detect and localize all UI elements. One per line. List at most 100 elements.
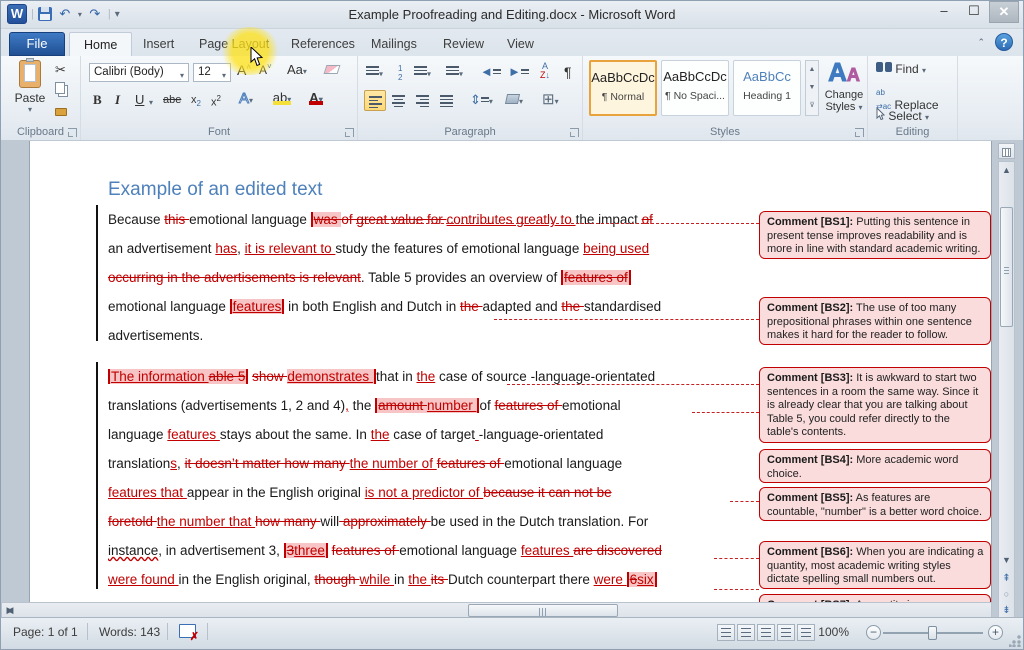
doc-line[interactable]: Because this emotional language was of g… xyxy=(108,205,653,234)
show-hide-pilcrow-button[interactable]: ¶ xyxy=(564,64,572,80)
tab-home[interactable]: Home xyxy=(69,32,132,56)
align-left-button[interactable] xyxy=(364,90,386,111)
paragraph-dialog-launcher[interactable] xyxy=(570,128,579,137)
vertical-scroll-thumb[interactable] xyxy=(1000,207,1013,327)
scroll-up-icon[interactable]: ▲ xyxy=(999,162,1014,179)
borders-icon[interactable]: ⊞▾ xyxy=(542,90,559,108)
zoom-out-button[interactable]: − xyxy=(866,625,881,640)
numbering-icon[interactable]: 12 xyxy=(398,64,402,82)
clipboard-dialog-launcher[interactable] xyxy=(68,128,77,137)
doc-line[interactable]: translations, it doesn’t matter how many… xyxy=(108,449,622,478)
minimize-button[interactable]: – xyxy=(929,1,959,23)
tab-review[interactable]: Review xyxy=(429,32,498,56)
superscript-button[interactable]: x2 xyxy=(211,94,221,109)
word-count[interactable]: Words: 143 xyxy=(91,622,168,642)
strikethrough-button[interactable]: abe xyxy=(163,94,181,106)
find-button[interactable]: Find ▾ xyxy=(876,62,926,76)
paste-button[interactable]: Paste ▾ xyxy=(9,60,51,114)
change-case-button[interactable]: Aa▾ xyxy=(287,62,307,77)
tab-references[interactable]: References xyxy=(277,32,369,56)
increase-indent-icon[interactable]: ► xyxy=(508,64,529,79)
web-layout-view-icon[interactable] xyxy=(757,624,775,641)
scroll-down-icon[interactable]: ▼ xyxy=(999,552,1014,569)
styles-gallery-scroll[interactable]: ▲▼⊽ xyxy=(805,60,819,116)
bullets-icon[interactable]: ▾ xyxy=(366,64,383,80)
browse-object-icon[interactable]: ○ xyxy=(999,586,1014,603)
highlight-color-button[interactable]: ab▾ xyxy=(271,90,293,105)
change-styles-button[interactable]: AA Change Styles ▾ xyxy=(823,60,865,114)
doc-line[interactable]: an advertisement has, it is relevant to … xyxy=(108,234,649,263)
line-spacing-icon[interactable]: ⇕▾ xyxy=(470,92,493,108)
comment-bs1[interactable]: Comment [BS1]: Putting this sentence in … xyxy=(759,211,991,259)
ruler-toggle-button[interactable] xyxy=(998,143,1015,159)
underline-button[interactable]: U xyxy=(135,92,144,107)
justify-button[interactable] xyxy=(436,90,458,111)
clear-formatting-icon[interactable] xyxy=(325,62,339,77)
zoom-slider-thumb[interactable] xyxy=(928,626,937,640)
zoom-level[interactable]: 100% xyxy=(810,622,857,642)
decrease-indent-icon[interactable]: ◄ xyxy=(480,64,501,79)
close-button[interactable]: ✕ xyxy=(989,1,1019,23)
proofing-error-icon[interactable] xyxy=(179,624,196,638)
doc-line[interactable]: language features stays about the same. … xyxy=(108,420,603,449)
doc-line[interactable]: features that appear in the English orig… xyxy=(108,478,612,507)
font-name-combo[interactable]: Calibri (Body)▾ xyxy=(89,63,189,82)
doc-line[interactable]: advertisements. xyxy=(108,321,203,350)
doc-line[interactable]: occurring in the advertisements is relev… xyxy=(108,263,631,292)
underline-dropdown-icon[interactable]: ▾ xyxy=(149,98,153,107)
vertical-scrollbar[interactable]: ▲ ▼ ⇞ ○ ⇟ xyxy=(998,161,1015,619)
document-page[interactable]: Example of an edited text Because this e… xyxy=(29,141,992,619)
style-heading1[interactable]: AaBbCc Heading 1 xyxy=(733,60,801,116)
font-color-button[interactable]: A▾ xyxy=(307,90,325,105)
doc-line[interactable]: emotional language features in both Engl… xyxy=(108,292,661,321)
select-button[interactable]: Select ▾ xyxy=(876,108,929,123)
shading-icon[interactable]: ▾ xyxy=(506,92,523,107)
page-indicator[interactable]: Page: 1 of 1 xyxy=(5,622,86,642)
comment-bs3[interactable]: Comment [BS3]: It is awkward to start tw… xyxy=(759,367,991,443)
tab-file[interactable]: File xyxy=(9,32,65,56)
tab-view[interactable]: View xyxy=(493,32,548,56)
cut-icon[interactable]: ✂ xyxy=(55,62,66,78)
comment-bs5[interactable]: Comment [BS5]: As features are countable… xyxy=(759,487,991,521)
minimize-ribbon-icon[interactable]: ⌃ xyxy=(977,37,985,48)
maximize-button[interactable]: ☐ xyxy=(959,1,989,23)
sort-icon[interactable]: AZ↓ xyxy=(540,62,550,80)
comment-bs6[interactable]: Comment [BS6]: When you are indicating a… xyxy=(759,541,991,589)
text-run: that in xyxy=(376,369,417,384)
horizontal-scroll-thumb[interactable] xyxy=(468,604,618,617)
tab-page-layout[interactable]: Page Layout xyxy=(185,32,283,56)
copy-icon[interactable] xyxy=(55,82,65,97)
doc-line[interactable]: foretold the number that how many will a… xyxy=(108,507,648,536)
italic-button[interactable]: I xyxy=(115,92,120,108)
multilevel-list-icon[interactable]: ▾ xyxy=(446,64,463,80)
grow-font-button[interactable]: A˄ xyxy=(237,62,251,78)
help-icon[interactable]: ? xyxy=(995,33,1013,51)
doc-line[interactable]: translations (advertisements 1, 2 and 4)… xyxy=(108,391,621,420)
doc-line[interactable]: were found in the English original, thou… xyxy=(108,565,657,594)
numbering-lines-icon[interactable]: ▾ xyxy=(414,64,431,80)
outline-view-icon[interactable] xyxy=(777,624,795,641)
tab-insert[interactable]: Insert xyxy=(129,32,188,56)
fullscreen-reading-view-icon[interactable] xyxy=(737,624,755,641)
style-normal[interactable]: AaBbCcDc ¶ Normal xyxy=(589,60,657,116)
previous-page-icon[interactable]: ⇞ xyxy=(999,570,1014,587)
style-no-spacing[interactable]: AaBbCcDc ¶ No Spaci... xyxy=(661,60,729,116)
tab-mailings[interactable]: Mailings xyxy=(357,32,431,56)
resize-grip[interactable] xyxy=(1009,635,1021,647)
print-layout-view-icon[interactable] xyxy=(717,624,735,641)
comment-bs4[interactable]: Comment [BS4]: More academic word choice… xyxy=(759,449,991,483)
font-size-combo[interactable]: 12▾ xyxy=(193,63,231,82)
comment-bs2[interactable]: Comment [BS2]: The use of too many prepo… xyxy=(759,297,991,345)
align-center-button[interactable] xyxy=(388,90,410,111)
scroll-right-icon[interactable]: ▶ xyxy=(2,603,18,618)
styles-dialog-launcher[interactable] xyxy=(855,128,864,137)
zoom-in-button[interactable]: + xyxy=(988,625,1003,640)
subscript-button[interactable]: x2 xyxy=(191,94,201,108)
text-effects-button[interactable]: A▾ xyxy=(239,90,253,107)
format-painter-icon[interactable] xyxy=(55,104,67,119)
align-right-button[interactable] xyxy=(412,90,434,111)
doc-line[interactable]: instance, in advertisement 3, 3three fea… xyxy=(108,536,662,565)
bold-button[interactable]: B xyxy=(93,92,102,108)
doc-line[interactable]: The information able 5 show demonstrates… xyxy=(108,362,655,391)
font-dialog-launcher[interactable] xyxy=(345,128,354,137)
